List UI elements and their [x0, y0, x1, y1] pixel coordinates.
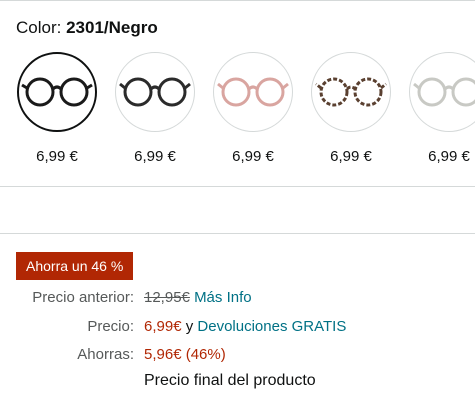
swatch-price: 6,99 €	[134, 148, 176, 165]
price-connector: y	[185, 318, 194, 335]
free-returns-link[interactable]: Devoluciones GRATIS	[197, 318, 346, 335]
previous-price-row: 12,95€ Más Info	[144, 289, 252, 306]
color-label-row: Color: 2301/Negro	[16, 18, 158, 38]
color-swatch-1[interactable]	[17, 52, 97, 132]
savings-value: 5,96€ (46%)	[144, 346, 226, 363]
swatch-price: 6,99 €	[232, 148, 274, 165]
price-label: Precio:	[87, 318, 134, 335]
savings-label: Ahorras:	[77, 346, 134, 363]
previous-price-label: Precio anterior:	[32, 289, 134, 306]
swatch-price: 6,99 €	[428, 148, 470, 165]
section-divider-2	[0, 233, 475, 234]
glasses-icon	[413, 77, 475, 107]
final-price-note: Precio final del producto	[144, 372, 316, 389]
color-swatch-4[interactable]	[311, 52, 391, 132]
color-swatch-5[interactable]	[409, 52, 475, 132]
previous-price-value: 12,95€	[144, 289, 190, 306]
top-divider	[0, 0, 475, 1]
savings-badge: Ahorra un 46 %	[16, 252, 134, 280]
color-selected-value: 2301/Negro	[66, 18, 158, 37]
swatch-price: 6,99 €	[36, 148, 78, 165]
glasses-icon	[21, 77, 93, 107]
section-divider-1	[0, 186, 475, 187]
glasses-icon	[217, 77, 289, 107]
glasses-icon	[315, 77, 387, 107]
price-row: 6,99€ y Devoluciones GRATIS	[144, 318, 346, 335]
glasses-icon	[119, 77, 191, 107]
price-value: 6,99€	[144, 318, 182, 335]
more-info-link[interactable]: Más Info	[194, 289, 252, 306]
color-swatch-3[interactable]	[213, 52, 293, 132]
color-label: Color:	[16, 18, 62, 37]
swatch-price: 6,99 €	[330, 148, 372, 165]
color-swatch-2[interactable]	[115, 52, 195, 132]
